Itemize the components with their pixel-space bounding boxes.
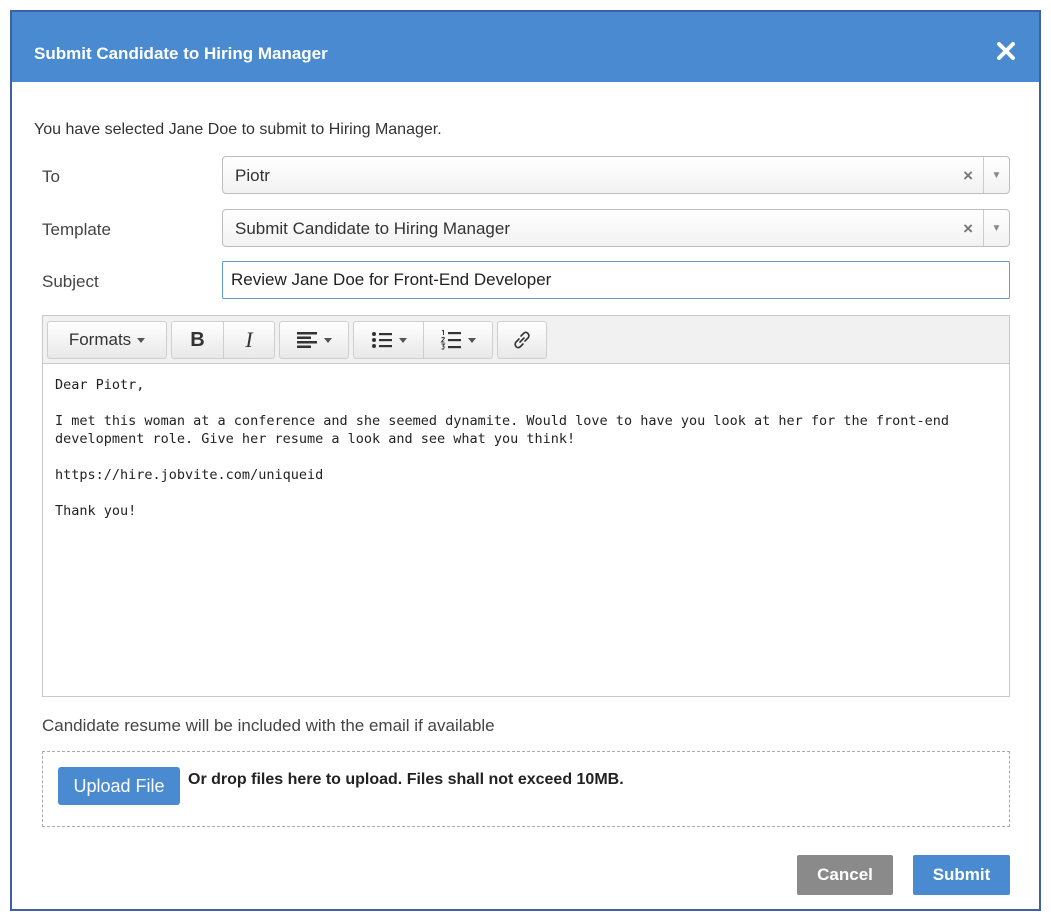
italic-button[interactable]: I	[223, 322, 274, 358]
subject-input[interactable]	[222, 261, 1010, 299]
align-button[interactable]	[280, 322, 348, 358]
clear-icon[interactable]: ×	[963, 219, 973, 239]
upload-file-button[interactable]: Upload File	[58, 767, 180, 805]
style-group: B I	[171, 321, 275, 359]
email-paragraph: I met this woman at a conference and she…	[55, 413, 950, 447]
email-editor: Formats B I Dear Piotr, I met this woman…	[42, 315, 1010, 697]
to-label: To	[42, 167, 60, 186]
template-select[interactable]: Submit Candidate to Hiring Manager × ▼	[222, 209, 1010, 247]
template-label: Template	[42, 220, 111, 239]
to-select[interactable]: Piotr × ▼	[222, 156, 1010, 194]
resume-note: Candidate resume will be included with t…	[42, 716, 495, 735]
align-group	[279, 321, 349, 359]
email-body[interactable]: Dear Piotr, I met this woman at a confer…	[55, 376, 997, 538]
email-greeting: Dear Piotr,	[55, 377, 145, 393]
editor-toolbar: Formats B I	[43, 316, 1009, 364]
drop-instructions: Or drop files here to upload. Files shal…	[188, 771, 624, 788]
chevron-down-icon	[468, 337, 476, 343]
chevron-down-icon	[324, 337, 332, 343]
dropdown-arrow-icon[interactable]: ▼	[983, 157, 1009, 193]
link-icon	[514, 331, 530, 349]
dropdown-arrow-icon[interactable]: ▼	[983, 210, 1009, 246]
dialog-header: Submit Candidate to Hiring Manager	[12, 12, 1039, 82]
cancel-button[interactable]: Cancel	[797, 855, 893, 895]
template-value: Submit Candidate to Hiring Manager	[235, 219, 510, 238]
italic-icon: I	[245, 327, 253, 352]
formats-label: Formats	[68, 330, 132, 349]
align-left-icon	[297, 332, 317, 348]
bullet-list-button[interactable]	[354, 322, 423, 358]
email-closing: Thank you!	[55, 503, 137, 519]
bullet-list-icon	[371, 332, 392, 348]
chevron-down-icon	[137, 337, 146, 343]
dialog-title: Submit Candidate to Hiring Manager	[34, 44, 328, 63]
numbered-list-icon	[440, 330, 461, 350]
to-value: Piotr	[235, 166, 270, 185]
formats-group: Formats	[47, 321, 167, 359]
link-group	[497, 321, 547, 359]
file-dropzone[interactable]: Upload File Or drop files here to upload…	[42, 751, 1010, 827]
subject-label: Subject	[42, 272, 99, 291]
submit-candidate-dialog: Submit Candidate to Hiring Manager You h…	[10, 10, 1041, 911]
formats-dropdown[interactable]: Formats	[48, 322, 166, 358]
numbered-list-button[interactable]	[423, 322, 492, 358]
clear-icon[interactable]: ×	[963, 166, 973, 186]
insert-link-button[interactable]	[498, 322, 546, 358]
bold-icon: B	[190, 328, 205, 351]
bold-button[interactable]: B	[172, 322, 223, 358]
submit-button[interactable]: Submit	[913, 855, 1010, 895]
chevron-down-icon	[398, 337, 407, 343]
email-link: https://hire.jobvite.com/uniqueid	[55, 467, 324, 483]
selection-intro: You have selected Jane Doe to submit to …	[34, 121, 442, 138]
list-group	[353, 321, 493, 359]
close-icon[interactable]	[995, 40, 1017, 62]
